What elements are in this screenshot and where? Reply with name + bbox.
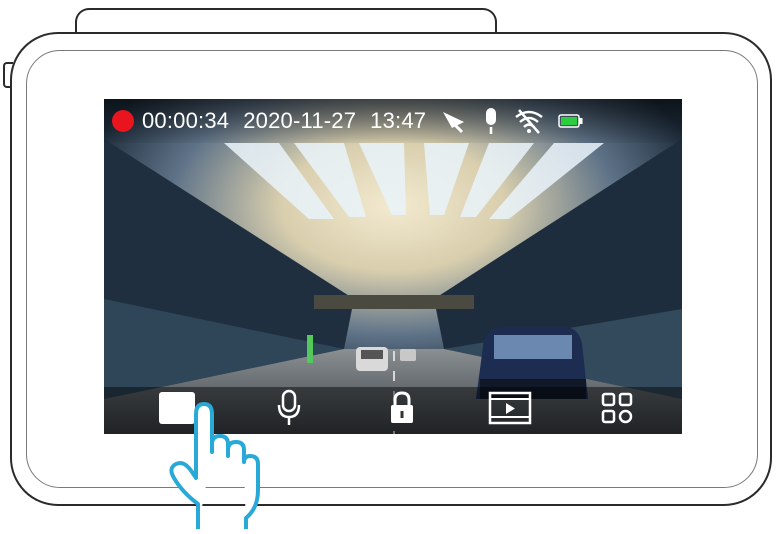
tunnel-road-scene [104,99,682,434]
wifi-off-icon [514,108,544,134]
recording-dot-icon [112,110,134,132]
status-bar: 00:00:34 2020-11-27 13:47 [104,99,682,143]
menu-grid-button[interactable] [594,387,640,434]
time-display: 13:47 [370,108,427,133]
lock-icon [388,390,416,431]
recording-time: 00:00:34 [142,108,230,133]
satellite-gps-icon [440,108,468,134]
menu-grid-icon [601,392,633,429]
tap-hand-icon [160,400,270,531]
date-display: 2020-11-27 [243,108,357,133]
microphone-icon [276,389,302,432]
battery-icon [558,114,584,128]
microphone-button[interactable] [266,387,312,434]
playback-button[interactable] [486,387,534,434]
camera-screen: 00:00:34 2020-11-27 13:47 [104,99,682,434]
playback-icon [488,390,532,431]
lock-button[interactable] [379,387,425,434]
microphone-icon [482,107,500,135]
